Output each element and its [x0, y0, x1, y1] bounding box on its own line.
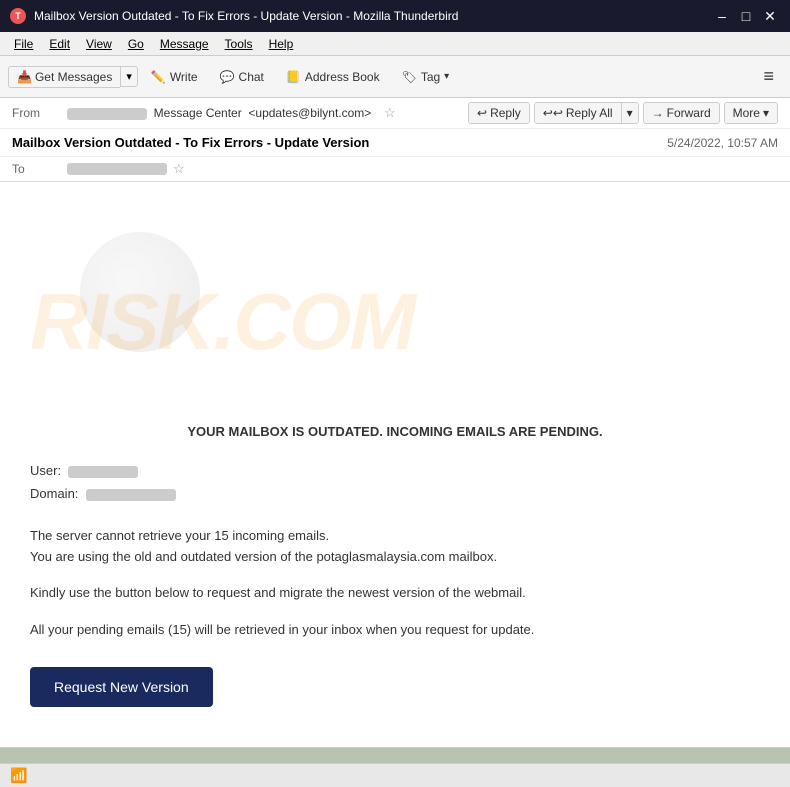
write-label: Write — [170, 70, 198, 84]
reply-group: ↩ Reply — [468, 102, 530, 124]
title-bar: T Mailbox Version Outdated - To Fix Erro… — [0, 0, 790, 32]
get-messages-dropdown[interactable]: ▾ — [120, 66, 138, 87]
to-value-blurred — [67, 163, 167, 175]
forward-button[interactable]: → Forward — [643, 102, 720, 124]
user-label: User: — [30, 463, 61, 478]
menu-go[interactable]: Go — [122, 35, 150, 53]
avatar-watermark — [80, 232, 200, 352]
reply-all-icon: ↩↩ — [543, 106, 563, 120]
reply-icon: ↩ — [477, 106, 487, 120]
to-star-icon[interactable]: ☆ — [173, 161, 185, 177]
email-footer: Privacy Statement Email encryption power… — [0, 747, 790, 763]
chat-icon: 💬 — [220, 70, 235, 84]
from-label: From — [12, 106, 67, 120]
menu-bar: File Edit View Go Message Tools Help — [0, 32, 790, 56]
reply-button[interactable]: ↩ Reply — [469, 103, 529, 123]
menu-file[interactable]: File — [8, 35, 39, 53]
email-content: RISK.COM YOUR MAILBOX IS OUTDATED. INCOM… — [0, 182, 790, 747]
menu-view[interactable]: View — [80, 35, 118, 53]
toolbar-right: ≡ — [755, 62, 782, 91]
body-para-3: All your pending emails (15) will be ret… — [30, 620, 760, 641]
window-controls: – □ ✕ — [712, 6, 780, 26]
menu-edit[interactable]: Edit — [43, 35, 76, 53]
subject-row: Mailbox Version Outdated - To Fix Errors… — [0, 129, 790, 157]
to-row: To ☆ — [0, 157, 790, 181]
header-actions: ↩ Reply ↩↩ Reply All ▾ → Forward — [468, 102, 778, 124]
user-info: User: Domain: — [30, 459, 760, 506]
app-icon: T — [10, 8, 26, 24]
window-title: Mailbox Version Outdated - To Fix Errors… — [34, 9, 458, 23]
minimize-button[interactable]: – — [712, 6, 732, 26]
reply-all-dropdown[interactable]: ▾ — [622, 103, 638, 123]
get-messages-button[interactable]: 📥 Get Messages — [8, 66, 120, 88]
chat-label: Chat — [239, 70, 264, 84]
request-new-version-button[interactable]: Request New Version — [30, 667, 213, 707]
menu-help[interactable]: Help — [263, 35, 300, 53]
subject-text: Mailbox Version Outdated - To Fix Errors… — [12, 135, 369, 150]
address-book-label: Address Book — [305, 70, 380, 84]
user-value-blurred — [68, 466, 138, 478]
email-body: RISK.COM YOUR MAILBOX IS OUTDATED. INCOM… — [0, 182, 790, 763]
tag-button[interactable]: 🏷 Tag ▾ — [393, 65, 459, 89]
menu-tools[interactable]: Tools — [219, 35, 259, 53]
from-value: Message Center <updates@bilynt.com> ☆ — [67, 105, 468, 121]
status-icon: 📶 — [10, 767, 27, 784]
write-icon: ✏️ — [151, 70, 166, 84]
tag-icon: 🏷 — [402, 70, 417, 84]
star-icon[interactable]: ☆ — [384, 105, 396, 120]
user-row: User: — [30, 459, 760, 482]
content-area: RISK.COM YOUR MAILBOX IS OUTDATED. INCOM… — [0, 182, 790, 763]
body-para-2: Kindly use the button below to request a… — [30, 583, 760, 604]
tag-label: Tag — [421, 70, 440, 84]
forward-label: Forward — [667, 106, 711, 120]
get-messages-icon: 📥 — [17, 70, 32, 84]
write-button[interactable]: ✏️ Write — [142, 65, 207, 89]
address-book-button[interactable]: 📒 Address Book — [277, 65, 389, 89]
reply-label: Reply — [490, 106, 521, 120]
email-header: From Message Center <updates@bilynt.com>… — [0, 98, 790, 182]
get-messages-label: Get Messages — [35, 70, 112, 84]
from-name-blurred — [67, 108, 147, 120]
forward-icon: → — [652, 106, 664, 120]
maximize-button[interactable]: □ — [736, 6, 756, 26]
chat-button[interactable]: 💬 Chat — [211, 65, 273, 89]
address-book-icon: 📒 — [286, 70, 301, 84]
from-row: From Message Center <updates@bilynt.com>… — [0, 98, 790, 129]
toolbar: 📥 Get Messages ▾ ✏️ Write 💬 Chat 📒 Addre… — [0, 56, 790, 98]
reply-all-group: ↩↩ Reply All ▾ — [534, 102, 639, 124]
menu-message[interactable]: Message — [154, 35, 215, 53]
body-para-1: The server cannot retrieve your 15 incom… — [30, 526, 760, 568]
more-group: More ▾ — [724, 102, 778, 124]
tag-dropdown-icon: ▾ — [444, 71, 449, 82]
from-email: <updates@bilynt.com> — [248, 106, 371, 120]
close-button[interactable]: ✕ — [760, 6, 780, 26]
from-name: Message Center — [154, 106, 242, 120]
domain-row: Domain: — [30, 482, 760, 505]
reply-all-button[interactable]: ↩↩ Reply All — [535, 103, 622, 123]
domain-label: Domain: — [30, 486, 78, 501]
more-label: More — [733, 106, 760, 120]
email-headline: YOUR MAILBOX IS OUTDATED. INCOMING EMAIL… — [30, 424, 760, 439]
to-label: To — [12, 162, 67, 176]
date-text: 5/24/2022, 10:57 AM — [667, 136, 778, 150]
reply-all-label: Reply All — [566, 106, 613, 120]
main-container: From Message Center <updates@bilynt.com>… — [0, 98, 790, 763]
more-dropdown-icon: ▾ — [763, 106, 769, 120]
more-button[interactable]: More ▾ — [725, 103, 777, 123]
get-messages-group: 📥 Get Messages ▾ — [8, 66, 138, 88]
status-bar: 📶 — [0, 763, 790, 787]
domain-value-blurred — [86, 489, 176, 501]
hamburger-menu-button[interactable]: ≡ — [755, 62, 782, 91]
